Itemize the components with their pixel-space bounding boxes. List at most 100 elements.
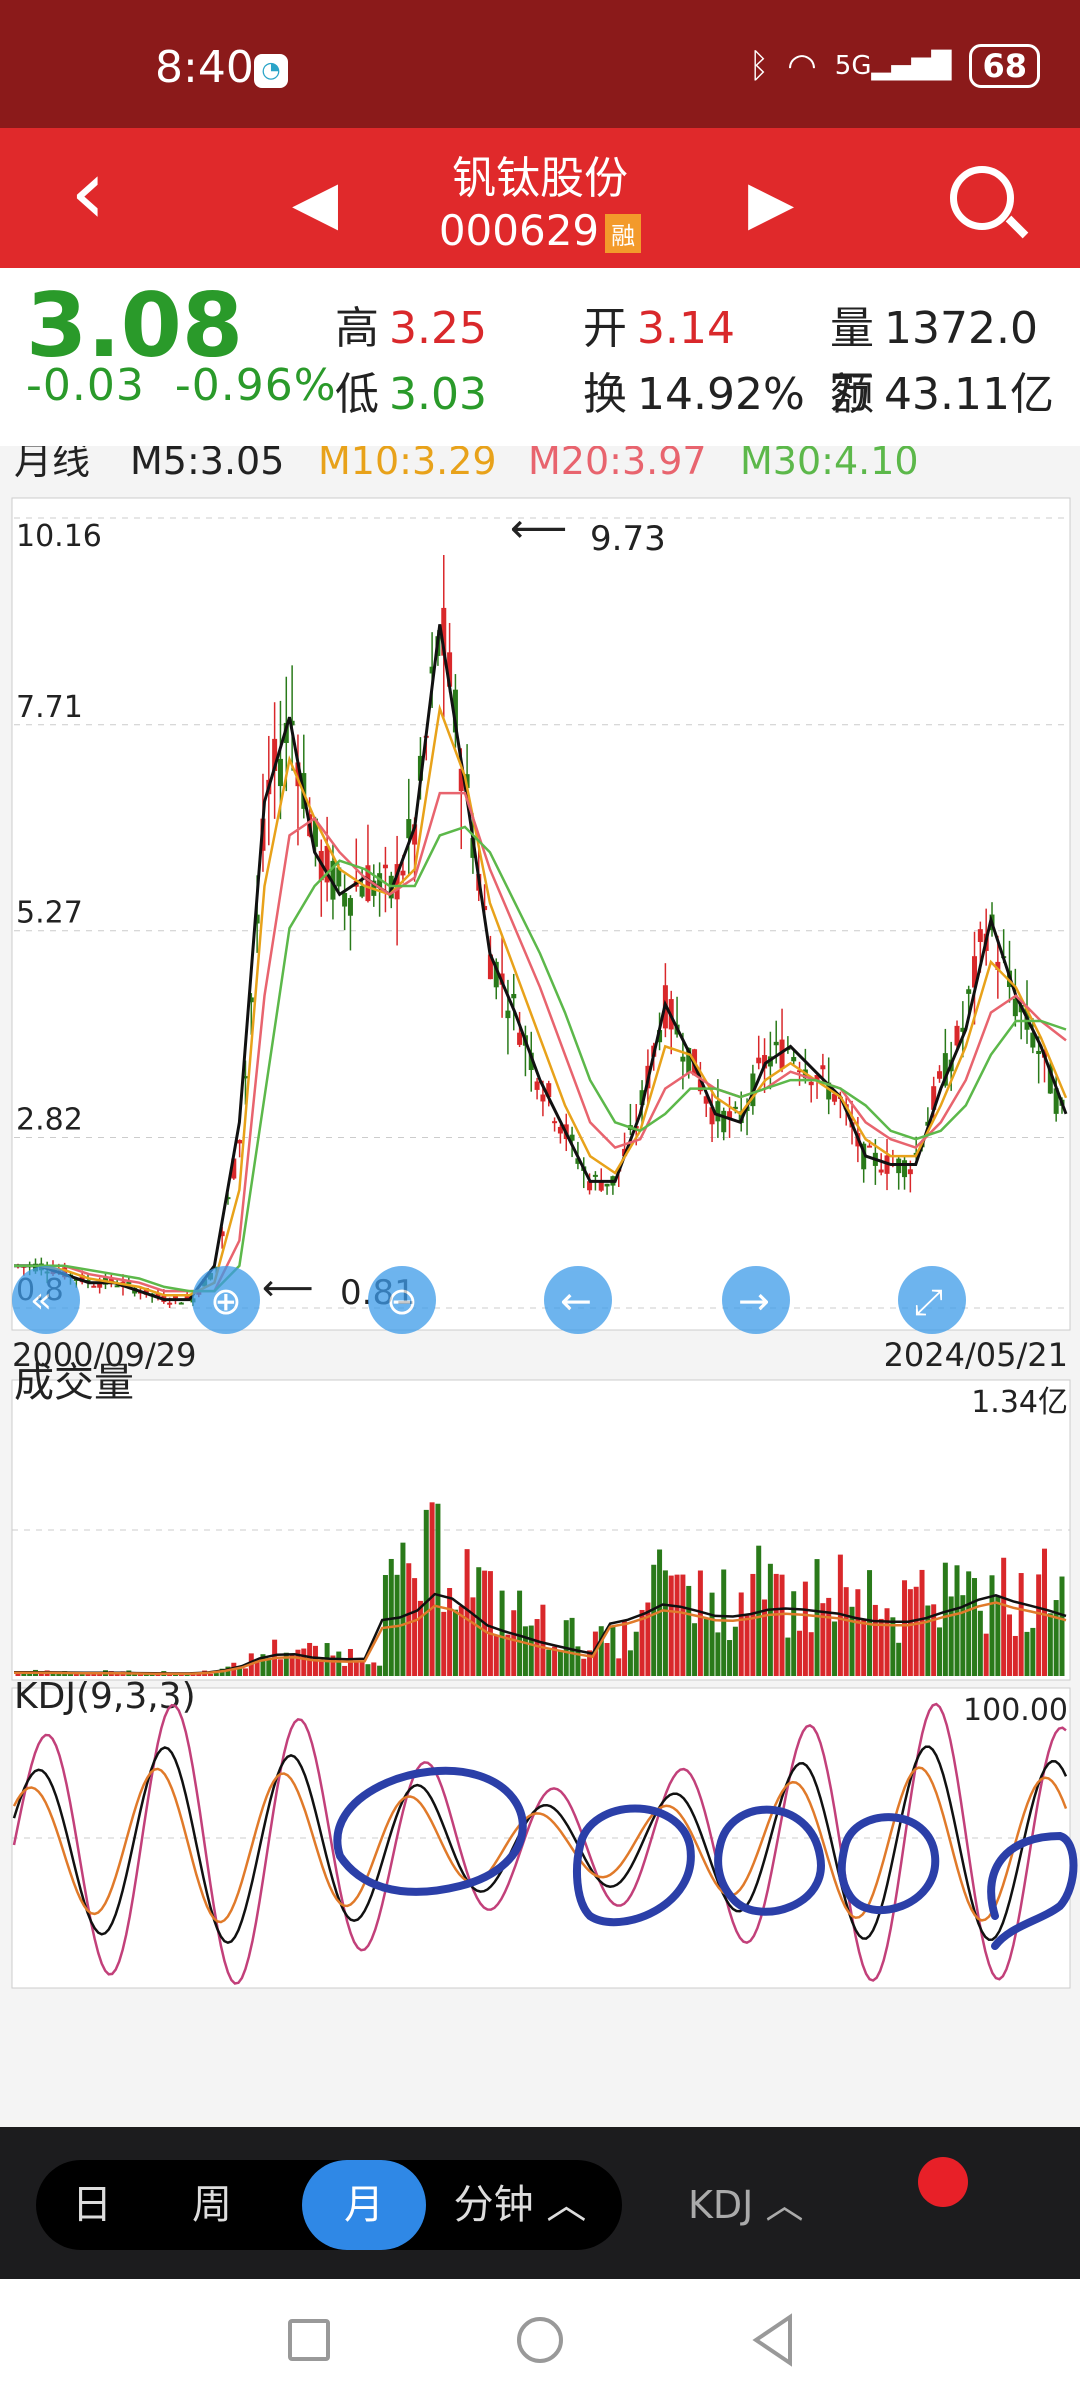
volume-bar (692, 1623, 698, 1676)
status-right: ᛒ ◠ 5G▂▄▆█ 68 (749, 44, 1040, 88)
candle-body (237, 1140, 243, 1144)
home-icon[interactable] (517, 2317, 563, 2363)
quote-panel: 3.08 -0.03 -0.96% 高 3.25 低 3.03 开 3.14 换 14.… (0, 268, 1080, 446)
status-bar: 8:40 ◔ ᛒ ◠ 5G▂▄▆█ 68 (0, 0, 1080, 128)
volume-bar (884, 1608, 890, 1676)
volume-bar (1001, 1557, 1007, 1676)
volume-bar (429, 1502, 435, 1676)
candle-body (820, 1065, 826, 1070)
double-left-glyph: « (30, 1280, 52, 1321)
main-chart-frame (11, 497, 1071, 1331)
candle-body (517, 1032, 523, 1045)
candle-body (721, 1110, 727, 1133)
candle-body (347, 898, 353, 916)
volume-bar (441, 1611, 447, 1676)
volume-bar (878, 1618, 884, 1676)
volume-bar (493, 1635, 499, 1676)
bluetooth-icon: ᛒ (748, 46, 770, 86)
volume-bar (680, 1574, 686, 1676)
volume-bar (674, 1574, 680, 1676)
stock-name: 钒钛股份 (452, 153, 628, 204)
chart-area[interactable]: 月线 M5:3.05 M10:3.29 M20:3.97 M30:4.10 10… (0, 439, 1080, 2126)
volume-bar (616, 1658, 622, 1676)
tab-month[interactable]: 月 (302, 2160, 426, 2250)
volume-bar (826, 1597, 832, 1676)
volume-bar (318, 1660, 324, 1676)
signal-label: 5G (834, 51, 872, 81)
turnover-label: 换 (583, 369, 627, 420)
amount-stat: 额 43.11亿 (830, 358, 1054, 422)
volume-bar (1007, 1614, 1013, 1676)
volume-bar (954, 1565, 960, 1676)
candle-body (277, 758, 283, 787)
y-tick-label: 10.16 (16, 519, 102, 554)
tab-day[interactable]: 日 (36, 2160, 148, 2250)
candle-body (878, 1169, 884, 1173)
volume-bar (283, 1652, 289, 1676)
candle-body (773, 1041, 779, 1046)
expand-glyph: ⤢ (914, 1282, 943, 1323)
volume-bar (983, 1633, 989, 1676)
period-tab-bar: 日 周 月 分钟 ︿ KDJ ︿ (0, 2127, 1080, 2279)
volume-bar (213, 1673, 219, 1676)
volume-bar (797, 1630, 803, 1676)
candle-body (1012, 998, 1018, 1017)
volume-bar (604, 1642, 610, 1676)
candle-body (604, 1183, 610, 1187)
y-tick-label: 2.82 (16, 1103, 83, 1138)
volume-bar (1012, 1635, 1018, 1676)
candle-body (715, 1101, 721, 1122)
indicator-select[interactable]: KDJ ︿ (688, 2160, 803, 2250)
candle-body (598, 1182, 604, 1191)
candle-body (1036, 1050, 1042, 1055)
volume-bar (569, 1617, 575, 1676)
volume-bar (995, 1596, 1001, 1676)
wifi-icon: ◠ (787, 46, 817, 86)
floating-record-icon[interactable] (918, 2157, 968, 2207)
volume-bar (855, 1589, 861, 1676)
low-arrow: ⟵ (262, 1268, 314, 1309)
back-nav-icon[interactable] (748, 2313, 798, 2367)
volume-bar (732, 1626, 738, 1676)
message-notification-icon: ◔ (254, 54, 288, 88)
tab-week[interactable]: 周 (156, 2160, 268, 2250)
price-change: -0.03 -0.96% (26, 360, 337, 411)
left-arrow-glyph: ← (560, 1279, 592, 1323)
candle-body (977, 929, 983, 943)
candle-body (505, 1010, 511, 1019)
volume-bar (371, 1662, 377, 1676)
low-value: 3.03 (389, 369, 487, 420)
volume-bar (627, 1650, 633, 1676)
volume-bar (697, 1570, 703, 1676)
candle-body (937, 1071, 943, 1079)
candle-body (97, 1283, 103, 1288)
candle-body (756, 1057, 762, 1064)
volume-bar (662, 1570, 668, 1676)
change-pct: -0.96% (174, 360, 337, 411)
volume-bar (738, 1592, 744, 1676)
volume-bar (417, 1600, 423, 1676)
volume-bar (715, 1632, 721, 1676)
volume-bar (785, 1637, 791, 1676)
search-icon[interactable] (950, 166, 1014, 230)
volume-bar (773, 1573, 779, 1676)
volume-max: 1.34亿 (971, 1385, 1068, 1420)
volume-bar (709, 1592, 715, 1676)
tab-minute[interactable]: 分钟 ︿ (430, 2160, 610, 2250)
recent-apps-icon[interactable] (288, 2319, 330, 2361)
high-note: 9.73 (590, 519, 666, 559)
volume-bar (779, 1574, 785, 1676)
volume-bar (540, 1604, 546, 1676)
volume-bar (342, 1665, 348, 1676)
next-stock-icon[interactable]: ▶ (748, 168, 794, 238)
candle-body (867, 1145, 873, 1148)
volume-bar (1030, 1627, 1036, 1676)
system-nav-bar (0, 2279, 1080, 2400)
high-value: 3.25 (389, 303, 487, 354)
volume-bar (487, 1571, 493, 1676)
low-stat: 低 3.03 (335, 358, 487, 422)
volume-bar (832, 1621, 838, 1676)
candle-body (808, 1081, 814, 1086)
volume-bar (966, 1571, 972, 1676)
volume-bar (336, 1651, 342, 1676)
